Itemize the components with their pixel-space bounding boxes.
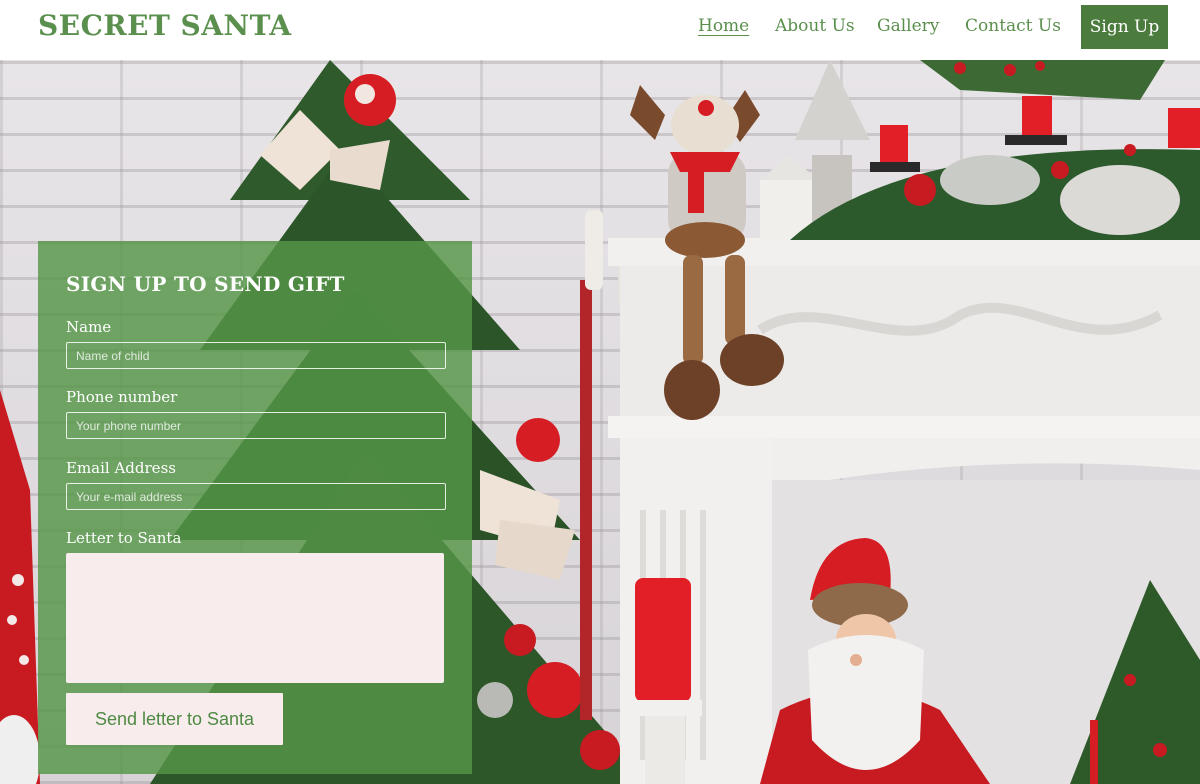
send-letter-button[interactable]: Send letter to Santa [66, 693, 283, 745]
email-input[interactable] [66, 483, 446, 510]
letter-textarea[interactable] [66, 553, 444, 683]
email-label: Email Address [66, 459, 176, 477]
gift-signup-form: SIGN UP TO SEND GIFT Name Phone number E… [38, 241, 472, 774]
child-name-input[interactable] [66, 342, 446, 369]
nav-contact-link[interactable]: Contact Us [965, 16, 1061, 36]
phone-label: Phone number [66, 388, 178, 406]
nav-home-link[interactable]: Home [698, 16, 749, 36]
hero-section: SIGN UP TO SEND GIFT Name Phone number E… [0, 60, 1200, 784]
top-navbar: SECRET SANTA Home About Us Gallery Conta… [0, 0, 1200, 60]
phone-number-input[interactable] [66, 412, 446, 439]
nav-about-link[interactable]: About Us [775, 16, 855, 36]
brand-logo[interactable]: SECRET SANTA [38, 9, 292, 42]
sign-up-button[interactable]: Sign Up [1081, 5, 1168, 49]
name-label: Name [66, 318, 112, 336]
nav-gallery-link[interactable]: Gallery [877, 16, 939, 36]
form-title: SIGN UP TO SEND GIFT [66, 272, 345, 296]
letter-label: Letter to Santa [66, 529, 182, 547]
